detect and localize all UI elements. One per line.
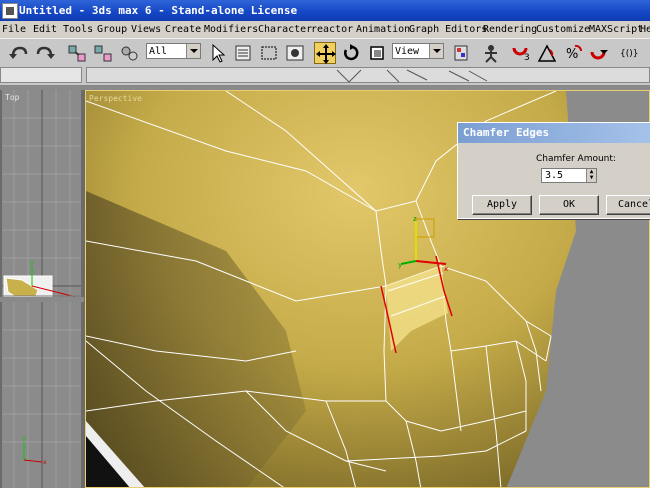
app-icon[interactable] [2, 3, 18, 19]
viewport-label-perspective[interactable]: Perspective [89, 94, 142, 103]
svg-text:y: y [30, 259, 34, 266]
viewport-label-top[interactable]: Top [5, 93, 19, 102]
menu-group[interactable]: Group [97, 21, 127, 38]
percent-snap-icon[interactable]: % [562, 42, 584, 64]
title-bar: Untitled - 3ds max 6 - Stand-alone Licen… [0, 0, 650, 21]
select-link-icon[interactable] [66, 42, 88, 64]
chamfer-amount-spinner[interactable]: 3.5 ▲ ▼ [541, 168, 597, 183]
strip-left-panel [0, 67, 82, 83]
selection-filter-value: All [149, 46, 168, 57]
spinner-arrows-icon[interactable]: ▲ ▼ [586, 169, 596, 182]
select-object-icon[interactable] [206, 42, 228, 64]
chevron-down-icon[interactable] [186, 44, 200, 58]
svg-text:%: % [566, 47, 578, 62]
menu-file[interactable]: File [2, 21, 26, 38]
pivot-center-icon[interactable] [450, 42, 472, 64]
select-rotate-icon[interactable] [340, 42, 362, 64]
menu-graph-editors[interactable]: Graph Editors [409, 21, 487, 38]
reference-coord-value: View [395, 46, 420, 57]
dialog-title[interactable]: Chamfer Edges [458, 123, 650, 143]
window-crossing-icon[interactable] [284, 42, 306, 64]
unlink-icon[interactable] [92, 42, 114, 64]
svg-text:{()}: {()} [620, 49, 638, 59]
viewport-divider [0, 297, 84, 302]
ok-button[interactable]: OK [539, 195, 599, 215]
menu-animation[interactable]: Animation [356, 21, 410, 38]
spinner-snap-icon[interactable] [588, 42, 610, 64]
menu-help[interactable]: He [640, 21, 650, 38]
menu-create[interactable]: Create [165, 21, 201, 38]
select-by-name-icon[interactable] [232, 42, 254, 64]
angle-snap-icon[interactable] [536, 42, 558, 64]
undo-icon[interactable] [8, 42, 30, 64]
svg-text:x: x [444, 265, 448, 273]
cancel-button[interactable]: Cancel [606, 195, 650, 215]
select-move-icon[interactable] [314, 42, 336, 64]
chamfer-edges-dialog: Chamfer Edges Chamfer Amount: 3.5 ▲ ▼ App… [457, 122, 650, 219]
edit-named-selection-icon[interactable]: {()} [618, 42, 640, 64]
menu-maxscript[interactable]: MAXScript [589, 21, 643, 38]
selection-filter-dropdown[interactable]: All [146, 43, 201, 59]
reference-coord-dropdown[interactable]: View [392, 43, 444, 59]
menu-reactor[interactable]: reactor [311, 21, 353, 38]
bind-spacewarp-icon[interactable] [118, 42, 140, 64]
svg-text:z: z [413, 215, 417, 223]
menu-character[interactable]: Character [258, 21, 312, 38]
svg-text:x: x [43, 459, 47, 466]
menu-customize[interactable]: Customize [536, 21, 590, 38]
top-viewport[interactable]: y x y x Top [2, 90, 81, 488]
menu-rendering[interactable]: Rendering [483, 21, 537, 38]
menu-tools[interactable]: Tools [63, 21, 93, 38]
select-scale-icon[interactable] [366, 42, 388, 64]
svg-text:y: y [398, 261, 402, 269]
window-title: Untitled - 3ds max 6 - Stand-alone Licen… [19, 4, 298, 17]
apply-button[interactable]: Apply [472, 195, 532, 215]
menu-modifiers[interactable]: Modifiers [204, 21, 258, 38]
snap-3d-icon[interactable]: 3 [510, 42, 532, 64]
svg-text:3: 3 [524, 53, 530, 63]
command-strip [0, 67, 650, 86]
rectangular-region-icon[interactable] [258, 42, 280, 64]
main-toolbar: All View 3 % {()} [0, 38, 650, 68]
menu-views[interactable]: Views [131, 21, 161, 38]
manipulate-icon[interactable] [480, 42, 502, 64]
chevron-down-icon[interactable] [429, 44, 443, 58]
svg-text:y: y [22, 435, 26, 442]
strip-right-panel [86, 67, 650, 83]
chamfer-amount-value[interactable]: 3.5 [545, 170, 563, 181]
chamfer-amount-label: Chamfer Amount: [536, 154, 616, 164]
menu-bar: File Edit Tools Group Views Create Modif… [0, 21, 650, 38]
redo-icon[interactable] [34, 42, 56, 64]
menu-edit[interactable]: Edit [33, 21, 57, 38]
